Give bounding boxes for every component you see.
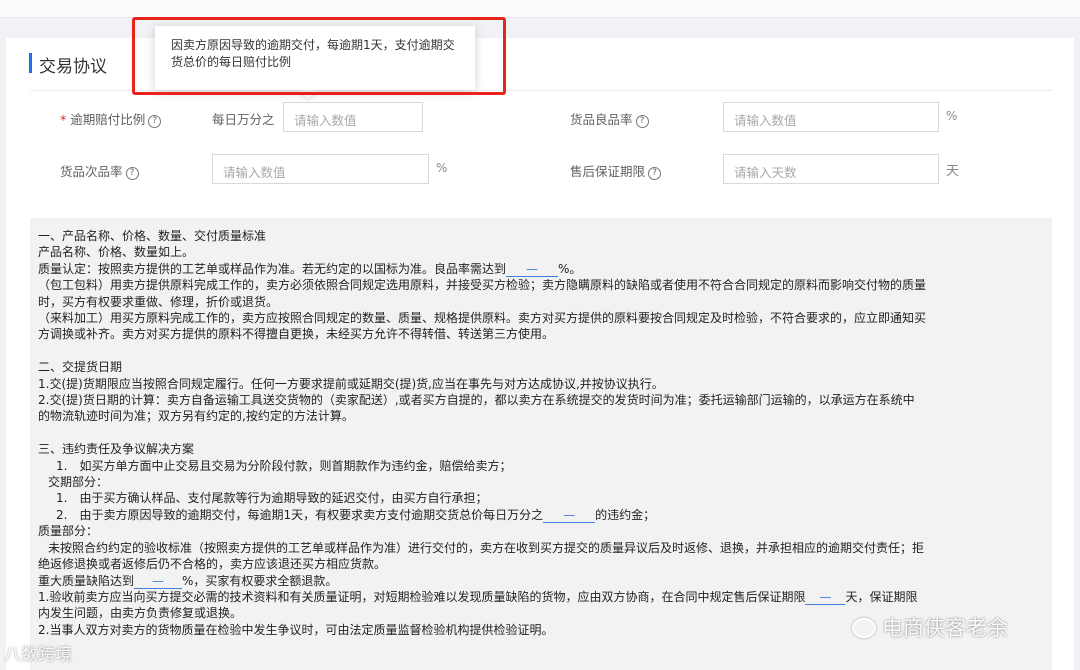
help-icon[interactable]: ? (148, 115, 162, 128)
watermark-right-text: 电商侠客老余 (882, 616, 1008, 640)
contract-line: 2. 由于卖方原因导致的逾期交付，每逾期1天，有权要求卖方支付逾期交货总价每日万… (38, 507, 1044, 523)
defect-rate-input[interactable]: 请输入数值 (212, 154, 429, 184)
defect-rate-unit: % (436, 161, 448, 175)
section-title: 交易协议 (39, 57, 107, 77)
contract-text-segment: 天，保证期限 (845, 589, 918, 604)
contract-line: 重大质量缺陷达到 — %，买家有权要求全额退款。 (38, 573, 1044, 589)
warranty-input[interactable]: 请输入天数 (723, 154, 939, 184)
contract-text-segment: 质量认定：按照卖方提供的工艺单或样品作为准。若无约定的以国标为准。良品率需达到 (38, 261, 507, 276)
warranty-label: 售后保证期限? (570, 161, 662, 180)
warranty-label-text: 售后保证期限 (570, 164, 646, 179)
contract-text-segment: %。 (558, 261, 582, 276)
good-rate-label-text: 货品良品率 (570, 112, 633, 127)
defect-rate-blank: — (134, 574, 183, 589)
overdue-prefix: 每日万分之 (212, 112, 275, 127)
watermark-right: 电商侠客老余 (852, 612, 1008, 642)
wechat-icon (852, 618, 876, 638)
contract-line: 质量部分： (38, 524, 99, 539)
contract-heading: 一、产品名称、价格、数量、交付质量标准 (38, 229, 267, 243)
contract-heading: 二、交提货日期 (38, 360, 123, 375)
overdue-input[interactable]: 请输入数值 (283, 102, 423, 132)
contract-line: 1.交(提)货期限应当按照合同规定履行。任何一方要求提前或延期交(提)货,应当在… (38, 376, 664, 391)
annotation-highlight-box (132, 17, 506, 95)
contract-heading: 三、违约责任及争议解决方案 (38, 442, 195, 457)
help-icon[interactable]: ? (648, 167, 662, 180)
overdue-rate-blank: — (543, 508, 596, 523)
contract-line: （包工包料）用卖方提供原料完成工作的，卖方必须依照合同规定选用原料，并接受买方检… (38, 278, 927, 293)
contract-line: 交期部分： (48, 475, 109, 490)
contract-text-segment: 重大质量缺陷达到 (38, 573, 135, 588)
contract-line: 绝返修退换或者返修后仍不合格的，卖方应该退还买方相应货款。 (38, 557, 387, 572)
section-accent-bar (29, 53, 32, 73)
help-icon[interactable]: ? (635, 115, 649, 128)
watermark-left: 八数跨境 (4, 645, 72, 665)
good-rate-input[interactable]: 请输入数值 (723, 102, 939, 132)
contract-line: 时，买方有权要求重做、修理，折价或退货。 (38, 294, 279, 309)
contract-line: 的物流轨迹时间为准；双方另有约定的,按约定的方法计算。 (38, 409, 354, 424)
overdue-label-text: 逾期赔付比例 (70, 112, 146, 127)
defect-rate-label: 货品次品率? (60, 161, 139, 180)
contract-line: 未按照合约约定的验收标准（按照卖方提供的工艺单或样品作为准）进行交付的，卖方在收… (48, 540, 925, 555)
contract-line: 1. 如买方单方面中止交易且交易为分阶段付款，则首期款作为违约金，赔偿给卖方； (56, 458, 512, 473)
warranty-blank: — (805, 590, 846, 605)
contract-line: 2.交(提)货日期的计算：卖方自备运输工具送交货物的（卖家配送）,或者买方自提的… (38, 393, 915, 408)
contract-text-segment: 1.验收前卖方应当向买方提交必需的技术资料和有关质量证明，对短期检验难以发现质量… (38, 589, 806, 604)
contract-line: 产品名称、价格、数量如上。 (38, 245, 195, 260)
contract-text: 一、产品名称、价格、数量、交付质量标准 产品名称、价格、数量如上。 质量认定：按… (30, 218, 1052, 670)
contract-line: （来料加工）用买方原料完成工作的，卖方应按照合同规定的数量、质量、规格提供原料。… (38, 311, 927, 326)
contract-line: 方调换或补齐。卖方对买方提供的原料不得擅自更换，未经买方允许不得转借、转送第三方… (38, 327, 555, 342)
required-mark: * (60, 112, 67, 127)
contract-text-segment: 的违约金； (595, 507, 656, 522)
defect-rate-label-text: 货品次品率 (60, 164, 123, 179)
good-rate-blank: — (506, 262, 559, 277)
good-rate-unit: % (946, 109, 958, 123)
top-strip (0, 0, 1080, 18)
contract-text-segment: 2. 由于卖方原因导致的逾期交付，每逾期1天，有权要求卖方支付逾期交货总价每日万… (56, 507, 544, 522)
contract-text-segment: %，买家有权要求全额退款。 (182, 573, 338, 588)
warranty-unit: 天 (946, 164, 960, 179)
good-rate-label: 货品良品率? (570, 109, 649, 128)
overdue-label: * 逾期赔付比例? (60, 109, 162, 128)
contract-line: 1. 由于买方确认样品、支付尾款等行为逾期导致的延迟交付，由买方自行承担； (56, 491, 488, 506)
contract-line: 1.验收前卖方应当向买方提交必需的技术资料和有关质量证明，对短期检验难以发现质量… (38, 589, 1044, 605)
help-icon[interactable]: ? (125, 167, 139, 180)
contract-line: 质量认定：按照卖方提供的工艺单或样品作为准。若无约定的以国标为准。良品率需达到 —… (38, 261, 1044, 277)
